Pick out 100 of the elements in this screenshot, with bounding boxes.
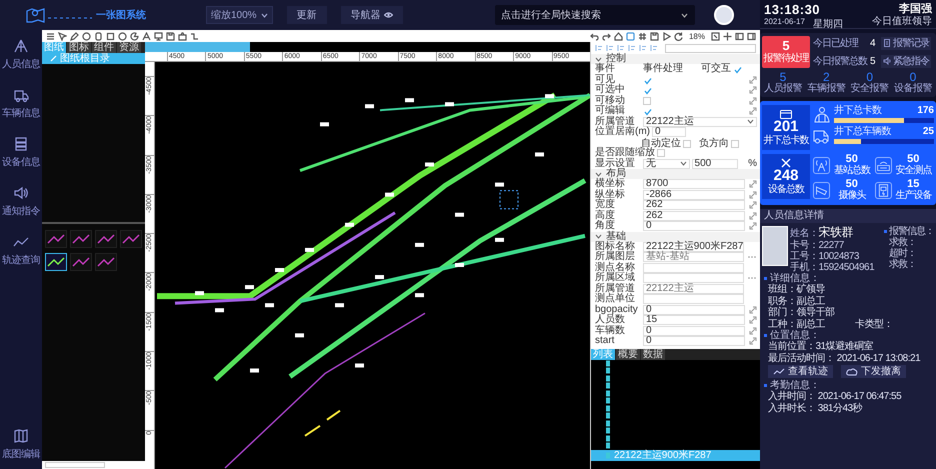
emergency-command-button[interactable]: 紧急指令 — [881, 54, 931, 68]
input-field[interactable]: 0 — [652, 127, 686, 137]
save-icon[interactable] — [166, 32, 175, 40]
link-icon[interactable] — [749, 316, 757, 324]
fit-screen-icon[interactable] — [711, 32, 720, 40]
checkbox[interactable] — [643, 76, 651, 84]
grid-icon[interactable] — [638, 32, 647, 40]
evacuate-button[interactable]: 下发撤离 — [841, 365, 906, 378]
play-icon[interactable] — [662, 32, 671, 40]
input-field[interactable]: 8700 — [643, 179, 745, 190]
align-bottom-icon[interactable] — [650, 44, 658, 52]
checkbox[interactable] — [731, 140, 739, 148]
panel-right-icon[interactable] — [747, 32, 756, 40]
map-thumbnail[interactable] — [45, 230, 67, 248]
input-field[interactable]: 0 — [643, 304, 745, 315]
align-left-icon[interactable] — [595, 44, 603, 52]
rounded-rectangle-icon[interactable] — [94, 32, 103, 40]
input-field[interactable]: 15 — [643, 315, 745, 326]
save-icon[interactable] — [650, 32, 659, 40]
checkbox[interactable] — [643, 96, 651, 105]
rectangle-icon[interactable] — [106, 32, 115, 40]
update-button[interactable]: 更新 — [286, 6, 327, 24]
input-field[interactable] — [665, 44, 756, 52]
nav-item[interactable]: 设备信息 — [0, 136, 42, 169]
input-field[interactable]: 0 — [643, 221, 745, 232]
panel-tab[interactable]: 图标 — [67, 42, 91, 53]
undo-icon[interactable] — [590, 32, 599, 40]
link-icon[interactable] — [749, 96, 757, 105]
panel-tab[interactable]: 数据 — [641, 348, 665, 360]
navigator-button[interactable]: 导航器 — [340, 6, 403, 24]
checkbox[interactable] — [683, 140, 691, 148]
input-field[interactable] — [643, 294, 744, 304]
input-field[interactable]: -2866 — [643, 190, 745, 200]
input-field[interactable]: 0 — [643, 326, 745, 336]
link-icon[interactable] — [749, 180, 757, 188]
circle-icon[interactable] — [82, 32, 91, 40]
map-thumbnail[interactable] — [45, 253, 67, 271]
checkbox[interactable] — [643, 107, 651, 116]
map-thumbnail[interactable] — [95, 230, 117, 248]
checkbox[interactable] — [733, 65, 741, 74]
alarm-record-button[interactable]: 报警记录 — [881, 36, 931, 50]
zoom-select[interactable]: 缩放100% — [206, 6, 273, 24]
circle-icon[interactable] — [118, 32, 127, 40]
redo-icon[interactable] — [602, 32, 611, 40]
nav-item[interactable]: 底图编辑 — [0, 428, 42, 461]
crosshair-icon[interactable] — [723, 32, 732, 40]
link-icon[interactable] — [749, 107, 757, 116]
pie-icon[interactable] — [130, 32, 139, 40]
view-track-button[interactable]: 查看轨迹 — [768, 365, 833, 378]
connector-icon[interactable] — [190, 32, 199, 40]
link-icon[interactable] — [749, 337, 757, 346]
monitor-icon[interactable] — [154, 32, 163, 40]
link-icon[interactable] — [749, 222, 757, 230]
pending-alarm-badge[interactable]: 5 报警待处理 — [762, 36, 810, 68]
align-middle-icon[interactable] — [639, 44, 647, 52]
checkbox[interactable] — [657, 149, 665, 158]
input-field[interactable] — [45, 462, 105, 468]
link-icon[interactable] — [749, 86, 757, 94]
link-icon[interactable] — [749, 76, 757, 84]
align-right-icon[interactable] — [617, 44, 625, 52]
input-field[interactable]: 262 — [643, 210, 745, 221]
input-field[interactable] — [643, 273, 744, 284]
more-icon[interactable] — [747, 276, 757, 280]
checkbox[interactable] — [643, 86, 651, 94]
section-header[interactable]: 基础 — [591, 232, 760, 242]
text-icon[interactable] — [142, 32, 151, 40]
pencil-icon[interactable] — [70, 32, 79, 40]
map-thumbnail[interactable] — [120, 230, 142, 248]
nav-item[interactable]: 通知指令 — [0, 185, 42, 218]
panel-tab[interactable]: 资源 — [117, 42, 141, 53]
pointer-icon[interactable] — [58, 32, 67, 40]
link-icon[interactable] — [749, 190, 757, 199]
map-thumbnail[interactable] — [70, 230, 92, 248]
frame-icon[interactable] — [626, 32, 635, 40]
section-header[interactable]: 布局 — [591, 169, 760, 179]
panel-tab[interactable]: 概要 — [616, 348, 640, 360]
link-icon[interactable] — [749, 201, 757, 210]
panel-tab[interactable]: 组件 — [92, 42, 116, 53]
search-field[interactable]: 点击进行全局快速搜索 — [495, 5, 695, 25]
link-icon[interactable] — [749, 326, 757, 335]
select-field[interactable]: 22122主运 — [643, 116, 757, 127]
map-thumbnail[interactable] — [95, 253, 117, 271]
align-center-icon[interactable] — [606, 44, 614, 52]
section-header[interactable]: 控制 — [591, 54, 760, 64]
nav-item[interactable]: 车辆信息 — [0, 87, 42, 120]
avatar[interactable] — [714, 5, 734, 25]
select-field[interactable]: 无 — [643, 158, 690, 169]
link-icon[interactable] — [749, 306, 757, 314]
align-top-icon[interactable] — [628, 44, 636, 52]
input-field[interactable]: 262 — [643, 200, 745, 210]
menu-icon[interactable] — [46, 32, 55, 40]
map-thumbnail[interactable] — [70, 253, 92, 271]
home-icon[interactable] — [614, 32, 623, 40]
panel-left-icon[interactable] — [735, 32, 744, 40]
nav-item[interactable]: 人员信息 — [0, 38, 42, 71]
input-field[interactable] — [643, 262, 744, 273]
refresh-icon[interactable] — [674, 32, 683, 40]
nav-item[interactable]: 轨迹查询 — [0, 234, 42, 267]
input-field[interactable]: 22122主运900米F287 — [643, 242, 744, 252]
selection-box[interactable] — [500, 190, 518, 210]
